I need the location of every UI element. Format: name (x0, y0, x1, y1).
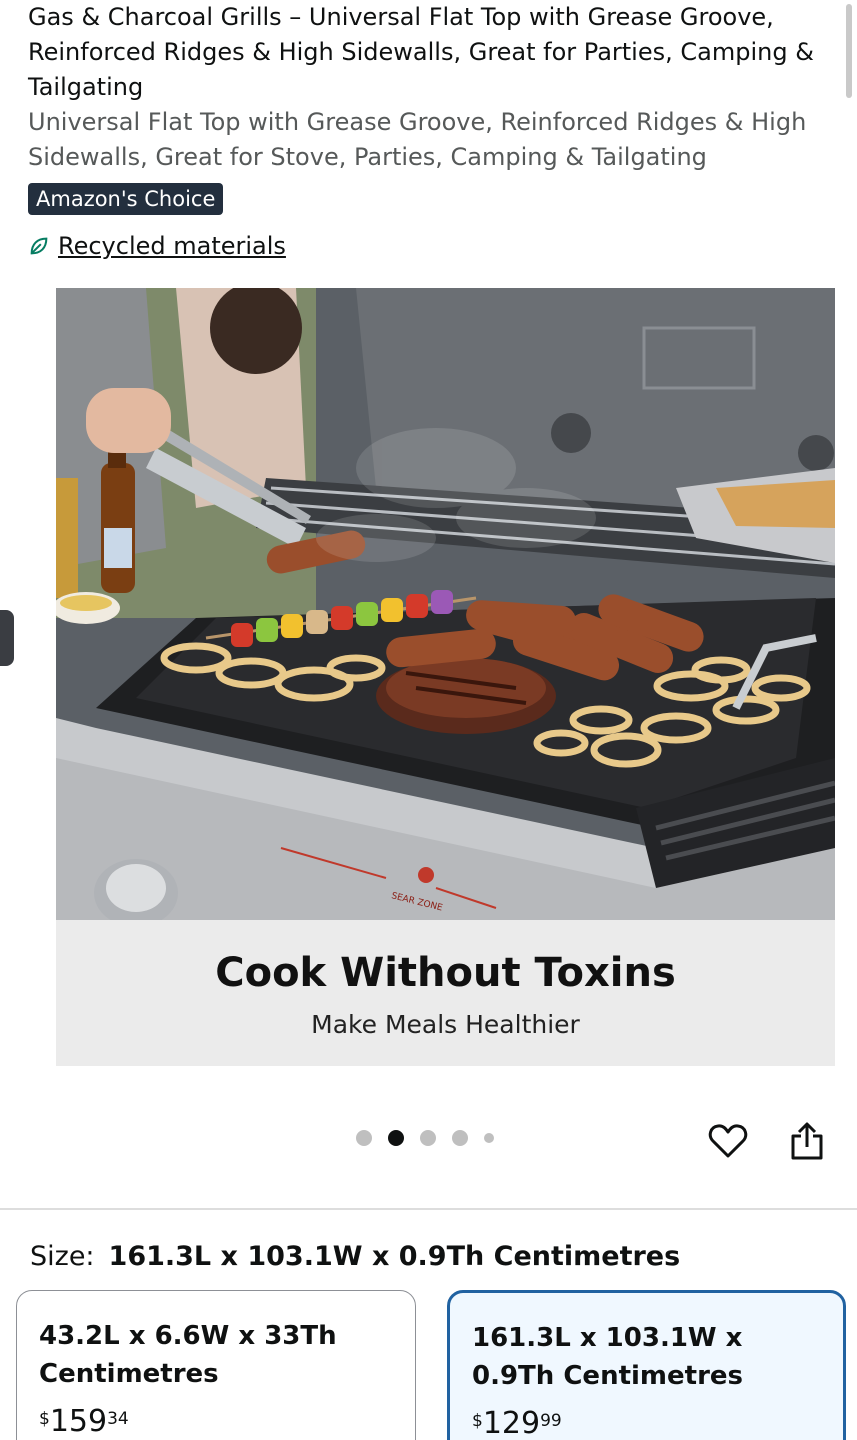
size-selector-header: Size: 161.3L x 103.1W x 0.9Th Centimetres (30, 1238, 680, 1276)
previous-image-peek[interactable] (0, 610, 14, 666)
size-option-selected[interactable]: 161.3L x 103.1W x 0.9Th Centimetres $ 12… (447, 1290, 846, 1440)
product-subtitle: Universal Flat Top with Grease Groove, R… (28, 108, 807, 171)
section-divider (0, 1208, 857, 1210)
caption-subtitle: Make Meals Healthier (311, 1010, 580, 1039)
recycled-materials-link[interactable]: Recycled materials (28, 229, 828, 263)
price-currency: $ (472, 1411, 483, 1431)
size-label: Size: (30, 1241, 95, 1272)
price-currency: $ (39, 1409, 50, 1429)
size-option-name: 161.3L x 103.1W x 0.9Th Centimetres (472, 1323, 744, 1391)
gallery-dot[interactable] (484, 1133, 494, 1143)
price-fraction: 99 (540, 1411, 562, 1431)
gallery-dot[interactable] (452, 1130, 468, 1146)
amazons-choice-badge[interactable]: Amazon's Choice (28, 183, 224, 215)
size-option[interactable]: 43.2L x 6.6W x 33Th Centimetres $ 159 34 (16, 1290, 416, 1440)
size-option-price: $ 159 34 (39, 1405, 393, 1439)
price-whole: 159 (49, 1404, 108, 1439)
price-whole: 129 (482, 1406, 541, 1440)
image-caption-panel: Cook Without Toxins Make Meals Healthier (56, 920, 835, 1066)
price-fraction: 34 (107, 1409, 129, 1429)
heart-icon[interactable] (707, 1120, 749, 1162)
gallery-dot-active[interactable] (388, 1130, 404, 1146)
caption-title: Cook Without Toxins (215, 950, 676, 996)
selected-size-value: 161.3L x 103.1W x 0.9Th Centimetres (108, 1241, 681, 1272)
product-header: Gas & Charcoal Grills – Universal Flat T… (28, 0, 828, 263)
recycled-materials-label: Recycled materials (58, 232, 286, 260)
share-icon[interactable] (786, 1120, 828, 1162)
gallery-dot[interactable] (356, 1130, 372, 1146)
scrollbar[interactable] (846, 4, 852, 98)
product-image[interactable]: SEAR ZONE (56, 288, 835, 920)
gallery-dot[interactable] (420, 1130, 436, 1146)
gallery-pagination[interactable] (356, 1130, 494, 1146)
size-option-price: $ 129 99 (472, 1407, 821, 1440)
leaf-icon (30, 237, 48, 255)
size-option-name: 43.2L x 6.6W x 33Th Centimetres (39, 1321, 337, 1389)
product-title: Gas & Charcoal Grills – Universal Flat T… (28, 3, 814, 101)
